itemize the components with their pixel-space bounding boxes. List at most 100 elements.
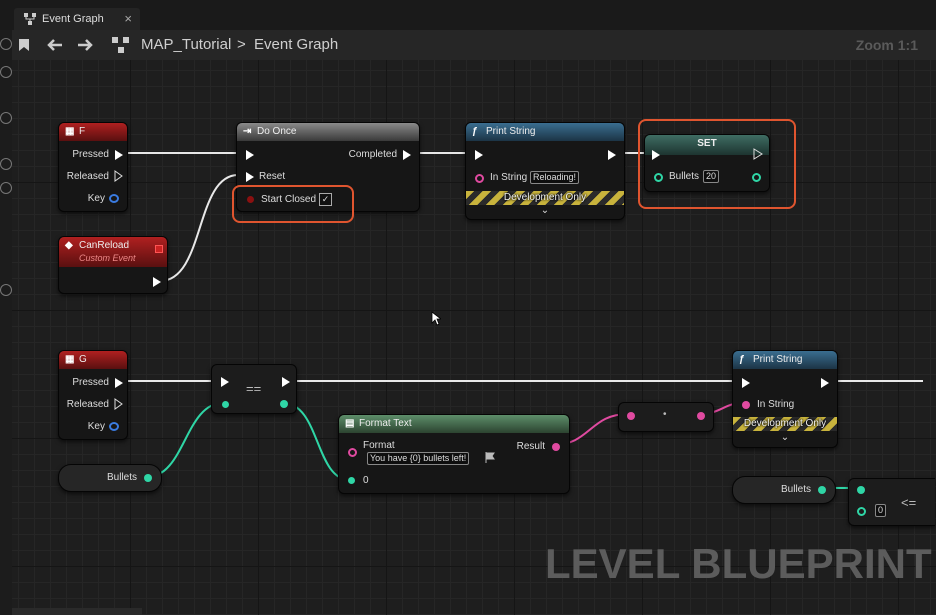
compare-node[interactable]: 0 <= xyxy=(848,478,935,526)
int-pin-out[interactable] xyxy=(818,486,826,494)
tab-label: Event Graph xyxy=(42,13,104,25)
variable-label: Bullets xyxy=(780,484,811,495)
pin-label-pressed: Pressed xyxy=(72,377,109,388)
forward-arrow-icon[interactable] xyxy=(76,38,94,52)
text-pin-format[interactable] xyxy=(348,448,357,457)
format-value[interactable]: You have {0} bullets left! xyxy=(367,452,470,465)
text-icon: ▤ xyxy=(345,418,355,429)
flag-icon[interactable] xyxy=(485,452,495,463)
chevron-down-icon[interactable]: ⌄ xyxy=(733,432,837,443)
equal-node[interactable]: == xyxy=(211,364,297,414)
circle-icon[interactable] xyxy=(0,112,12,124)
exec-pin-in[interactable] xyxy=(475,150,483,160)
dev-only-label: Development Only xyxy=(503,192,587,203)
operator-label: == xyxy=(246,381,262,396)
exec-pin-out[interactable] xyxy=(282,377,290,387)
mouse-cursor-icon xyxy=(431,311,441,326)
function-icon: ƒ xyxy=(739,354,745,365)
function-icon: ƒ xyxy=(472,126,478,137)
bottom-panel-tab[interactable] xyxy=(12,608,142,615)
node-header: ◆ CanReload Custom Event xyxy=(59,237,167,267)
node-title: G xyxy=(79,354,87,365)
circle-icon[interactable] xyxy=(0,158,12,170)
struct-pin-key[interactable] xyxy=(109,422,119,431)
exec-pin-out[interactable] xyxy=(821,378,829,388)
pin-label-released: Released xyxy=(66,171,109,182)
zoom-level: Zoom 1:1 xyxy=(855,37,918,53)
format-text-node[interactable]: ▤ Format Text Format You have {0} bullets… xyxy=(338,414,570,494)
in-string-value[interactable]: Reloading! xyxy=(530,171,580,184)
node-title: Print String xyxy=(753,354,803,365)
print-string-node-2[interactable]: ƒ Print String In String Development Only… xyxy=(732,350,838,448)
pin-label-format: Format xyxy=(363,440,395,451)
node-title: Print String xyxy=(486,126,536,137)
node-header: ▦ G xyxy=(59,351,127,369)
node-title: Do Once xyxy=(257,126,297,137)
exec-pin-in[interactable] xyxy=(246,150,254,160)
key-f-node[interactable]: ▦ F Pressed Released Key xyxy=(58,122,128,212)
struct-pin-key[interactable] xyxy=(109,194,119,203)
chevron-down-icon[interactable]: ⌄ xyxy=(466,205,624,216)
string-pin-out[interactable] xyxy=(697,412,705,420)
breadcrumb-project[interactable]: MAP_Tutorial xyxy=(141,36,231,53)
keyboard-icon: ▦ xyxy=(65,126,75,137)
bullets-getter-node-2[interactable]: Bullets xyxy=(732,476,836,504)
compare-value[interactable]: 0 xyxy=(875,504,887,517)
exec-pin-pressed[interactable] xyxy=(115,150,123,160)
exec-pin-reset[interactable] xyxy=(246,172,254,182)
conversion-node[interactable]: • xyxy=(618,402,714,432)
exec-pin-released[interactable] xyxy=(114,170,123,182)
bookmark-icon[interactable] xyxy=(18,38,30,52)
tab-bar: Event Graph × xyxy=(0,0,936,30)
gear-icon[interactable] xyxy=(0,38,12,50)
keyboard-icon: ▦ xyxy=(65,354,75,365)
flow-icon: ⇥ xyxy=(243,126,252,137)
graph-icon xyxy=(112,37,129,53)
key-g-node[interactable]: ▦ G Pressed Released Key xyxy=(58,350,128,440)
exec-pin-released[interactable] xyxy=(114,398,123,410)
string-pin-in[interactable] xyxy=(475,174,484,183)
int-pin-out[interactable] xyxy=(144,474,152,482)
exec-pin-out[interactable] xyxy=(608,150,616,160)
pin-label-completed: Completed xyxy=(348,149,397,160)
back-arrow-icon[interactable] xyxy=(46,38,64,52)
print-string-node[interactable]: ƒ Print String In String Reloading! Devel… xyxy=(465,122,625,220)
exec-pin-pressed[interactable] xyxy=(115,378,123,388)
int-pin-a[interactable] xyxy=(857,486,865,494)
dev-only-label: Development Only xyxy=(743,418,827,429)
breadcrumb-graph[interactable]: Event Graph xyxy=(254,36,338,53)
highlight-set-node xyxy=(638,119,796,209)
exec-pin-in[interactable] xyxy=(221,377,229,387)
exec-pin-in[interactable] xyxy=(742,378,750,388)
text-pin-in[interactable] xyxy=(627,412,635,420)
exec-pin-out[interactable] xyxy=(153,277,161,287)
canreload-event-node[interactable]: ◆ CanReload Custom Event xyxy=(58,236,168,294)
circle-icon[interactable] xyxy=(0,182,12,194)
exec-pin-completed[interactable] xyxy=(403,150,411,160)
pin-label-released: Released xyxy=(66,399,109,410)
graph-icon xyxy=(24,13,36,25)
bullets-getter-node[interactable]: Bullets xyxy=(58,464,162,492)
text-pin-result[interactable] xyxy=(552,443,560,451)
variable-label: Bullets xyxy=(106,472,137,483)
node-title: Format Text xyxy=(359,418,412,429)
int-pin-b[interactable] xyxy=(857,507,866,516)
int-pin-in[interactable] xyxy=(222,401,229,408)
circle-icon[interactable] xyxy=(0,66,12,78)
pin-label-reset: Reset xyxy=(259,171,286,182)
highlight-start-closed xyxy=(232,185,354,223)
tab-event-graph[interactable]: Event Graph × xyxy=(14,8,140,30)
circle-icon[interactable] xyxy=(0,284,12,296)
pin-label-key: Key xyxy=(87,421,105,432)
delegate-pin[interactable] xyxy=(155,245,163,253)
node-title: CanReload xyxy=(79,240,130,251)
node-subtitle: Custom Event xyxy=(79,253,136,263)
int-pin-out[interactable] xyxy=(280,400,288,408)
graph-toolbar: MAP_Tutorial > Event Graph Zoom 1:1 xyxy=(12,30,936,60)
node-header: ƒ Print String xyxy=(466,123,624,141)
string-pin-in[interactable] xyxy=(742,401,750,409)
int-pin-arg[interactable] xyxy=(348,477,355,484)
close-icon[interactable]: × xyxy=(124,11,132,26)
dev-only-banner: Development Only xyxy=(733,417,837,431)
node-header: ▤ Format Text xyxy=(339,415,569,433)
